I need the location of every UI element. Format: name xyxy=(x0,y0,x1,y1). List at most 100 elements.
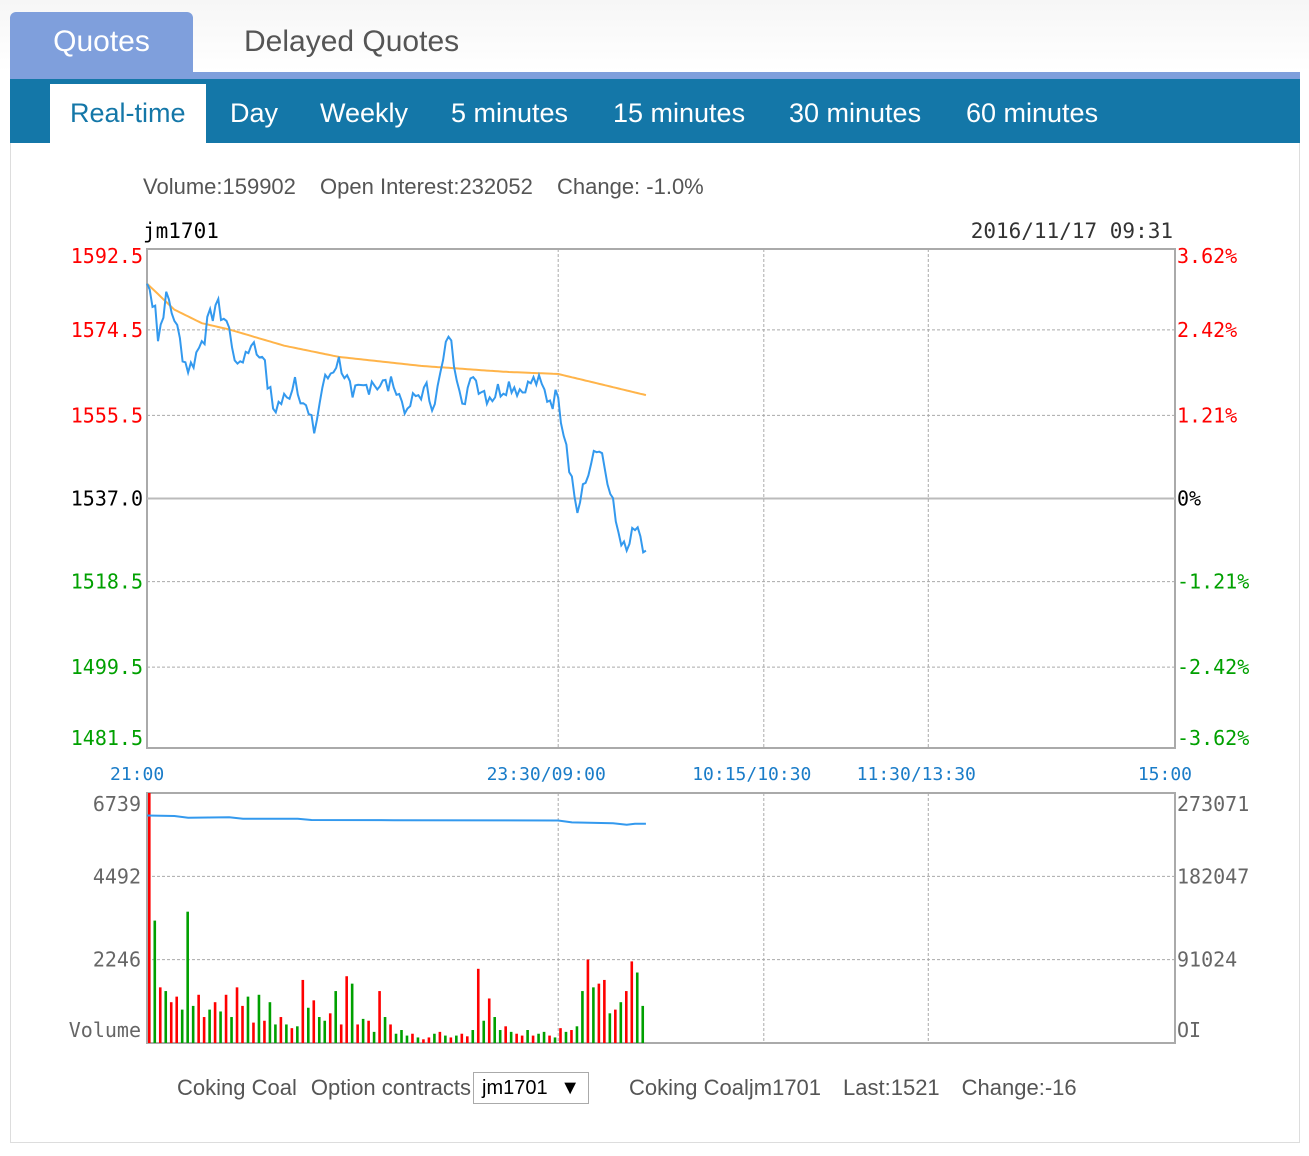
volume-bar xyxy=(581,991,584,1043)
volume-bar xyxy=(378,991,381,1043)
percent-axis-label: 0% xyxy=(1177,487,1201,511)
volume-axis-label: 6739 xyxy=(93,792,141,816)
option-contracts-label: Option contracts xyxy=(311,1075,471,1101)
volume-bar xyxy=(203,1017,206,1043)
volume-bar xyxy=(373,1032,376,1043)
volume-bar xyxy=(291,1028,294,1043)
last-price: Last:1521 xyxy=(843,1075,940,1101)
volume-bar xyxy=(532,1036,535,1043)
intraday-chart: 1592.53.62%1574.52.42%1555.51.21%1537.00… xyxy=(0,0,1309,1156)
open-interest-line xyxy=(147,816,646,825)
volume-bar xyxy=(334,991,337,1043)
oi-axis-label: 91024 xyxy=(1177,948,1237,972)
volume-bar xyxy=(510,1032,513,1043)
volume-bar xyxy=(225,995,228,1043)
volume-bar xyxy=(433,1034,436,1043)
price-axis-label: 1481.5 xyxy=(71,726,143,750)
percent-axis-label: 1.21% xyxy=(1177,403,1237,427)
volume-bar xyxy=(236,987,239,1043)
volume-bar xyxy=(181,1010,184,1043)
percent-axis-label: -2.42% xyxy=(1177,655,1249,679)
volume-bar xyxy=(280,1017,283,1043)
volume-bar xyxy=(504,1026,507,1043)
time-axis-label: 10:15/10:30 xyxy=(692,764,811,785)
oi-axis-title: OI xyxy=(1177,1018,1201,1042)
volume-bar xyxy=(400,1030,403,1043)
volume-bar xyxy=(422,1039,425,1043)
volume-bar xyxy=(515,1034,518,1043)
volume-bar xyxy=(471,1030,474,1043)
percent-axis-label: -1.21% xyxy=(1177,570,1249,594)
volume-bar xyxy=(175,997,178,1043)
volume-bar xyxy=(247,997,250,1043)
percent-axis-label: 3.62% xyxy=(1177,244,1237,268)
volume-bar xyxy=(323,1021,326,1043)
price-axis-label: 1518.5 xyxy=(71,570,143,594)
volume-bar xyxy=(285,1024,288,1043)
volume-bar xyxy=(554,1037,557,1043)
volume-bar xyxy=(197,995,200,1043)
volume-bar xyxy=(444,1036,447,1043)
volume-bar xyxy=(318,1017,321,1043)
volume-bar xyxy=(587,960,590,1043)
volume-axis-label: 2246 xyxy=(93,948,141,972)
volume-bar xyxy=(526,1030,529,1043)
price-axis-label: 1592.5 xyxy=(71,244,143,268)
volume-bar xyxy=(417,1037,420,1043)
chevron-down-icon: ▼ xyxy=(560,1073,580,1103)
symbol-label: jm1701 xyxy=(143,219,219,243)
percent-axis-label: -3.62% xyxy=(1177,726,1249,750)
time-axis-label: 11:30/13:30 xyxy=(857,764,976,785)
oi-axis-label: 273071 xyxy=(1177,792,1249,816)
price-change: Change:-16 xyxy=(962,1075,1077,1101)
volume-bar xyxy=(559,1028,562,1043)
volume-bar xyxy=(170,1002,173,1043)
volume-bar xyxy=(614,1010,617,1043)
volume-bar xyxy=(439,1032,442,1043)
product-label: Coking Coal xyxy=(177,1075,297,1101)
volume-bar xyxy=(620,1002,623,1043)
volume-bar xyxy=(548,1036,551,1043)
volume-bar xyxy=(367,1021,370,1043)
volume-bar xyxy=(543,1032,546,1043)
datetime-label: 2016/11/17 09:31 xyxy=(971,219,1173,243)
volume-bar xyxy=(340,1024,343,1043)
volume-bar xyxy=(159,987,162,1043)
volume-bar xyxy=(598,984,601,1043)
volume-bar xyxy=(296,1026,299,1043)
oi-axis-label: 182047 xyxy=(1177,864,1249,888)
volume-bar xyxy=(230,1017,233,1043)
volume-bar xyxy=(274,1024,277,1043)
volume-bar xyxy=(192,1006,195,1043)
volume-bar xyxy=(312,1000,315,1043)
contract-select-value: jm1701 xyxy=(482,1073,548,1103)
volume-bar xyxy=(345,976,348,1043)
percent-axis-label: 2.42% xyxy=(1177,318,1237,342)
volume-bar xyxy=(488,998,491,1043)
volume-bar xyxy=(148,793,151,1043)
volume-bar xyxy=(630,961,633,1043)
volume-bar xyxy=(208,1010,211,1043)
volume-bar xyxy=(219,1011,222,1043)
volume-bar xyxy=(482,1021,485,1043)
volume-bar xyxy=(570,1030,573,1043)
time-axis-label: 23:30/09:00 xyxy=(487,764,606,785)
volume-bar xyxy=(356,1024,359,1043)
volume-bar xyxy=(258,995,261,1043)
average-price-line xyxy=(147,284,646,396)
volume-bar xyxy=(641,1006,644,1043)
time-axis-label: 15:00 xyxy=(1138,764,1192,785)
volume-bar xyxy=(609,1013,612,1043)
volume-bar xyxy=(153,921,156,1043)
volume-bar xyxy=(477,969,480,1043)
volume-axis-label: 4492 xyxy=(93,864,141,888)
volume-bar xyxy=(411,1034,414,1043)
contract-select[interactable]: jm1701 ▼ xyxy=(473,1072,589,1104)
volume-bar xyxy=(241,1006,244,1043)
volume-bar xyxy=(592,987,595,1043)
volume-bar xyxy=(164,991,167,1043)
volume-bar xyxy=(461,1034,464,1043)
price-axis-label: 1537.0 xyxy=(71,487,143,511)
volume-plot-frame xyxy=(147,793,1175,1043)
contract-name: Coking Coaljm1701 xyxy=(629,1075,821,1101)
